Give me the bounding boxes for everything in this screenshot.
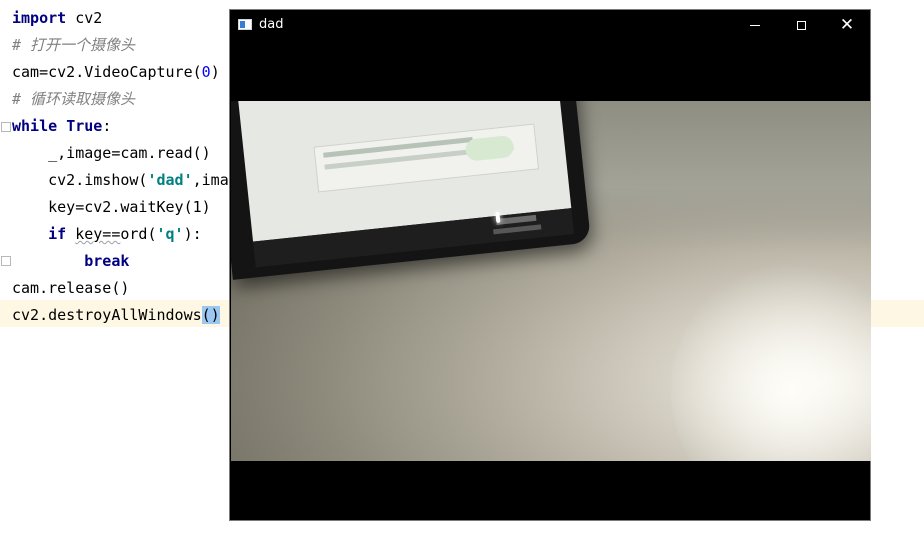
maximize-icon (796, 20, 806, 30)
code-line-10: break (84, 252, 130, 270)
maximize-button[interactable] (778, 10, 824, 40)
photographed-monitor (231, 101, 591, 280)
app-window-icon (238, 19, 252, 30)
light-glare (671, 261, 871, 461)
fold-marker-icon[interactable] (1, 122, 11, 132)
bracket-match-highlight: () (201, 306, 220, 324)
window-titlebar[interactable]: dad ✕ (230, 10, 870, 40)
close-icon: ✕ (839, 14, 855, 35)
code-line-1: import cv2 (12, 9, 103, 27)
code-line-5: while True: (12, 117, 112, 135)
code-line-11: cam.release() (12, 279, 130, 297)
code-line-9: if key==ord('q'): (48, 225, 202, 243)
close-button[interactable]: ✕ (824, 10, 870, 40)
code-line-7: cv2.imshow('dad',ima (48, 171, 229, 189)
code-line-8: key=cv2.waitKey(1) (48, 198, 211, 216)
opencv-window[interactable]: dad ✕ (229, 9, 871, 521)
code-line-6: _,image=cam.read() (48, 144, 211, 162)
fold-marker-icon[interactable] (1, 256, 11, 266)
code-line-3: cam=cv2.VideoCapture(0) (12, 63, 220, 81)
code-line-2: # 打开一个摄像头 (12, 36, 136, 54)
minimize-icon (750, 24, 760, 26)
camera-frame-image (231, 101, 871, 461)
code-line-12: cv2.destroyAllWindows() (12, 306, 220, 324)
code-line-4: # 循环读取摄像头 (12, 90, 136, 108)
screen-popup (313, 123, 540, 193)
window-title: dad (259, 17, 284, 32)
minimize-button[interactable] (732, 10, 778, 40)
